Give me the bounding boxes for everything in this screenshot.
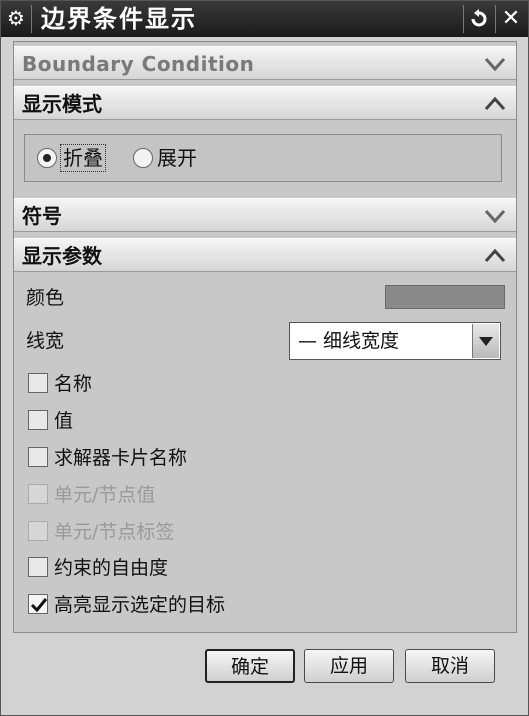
cancel-button[interactable]: 取消 [405,649,495,683]
color-label: 颜色 [26,287,65,309]
section-header-display-params[interactable]: 显示参数 [14,238,516,272]
dialog-body: Boundary Condition 显示模式 折叠 展开 符号 显示参数 颜色… [13,41,517,633]
checkmark-icon [30,598,48,613]
reset-icon[interactable] [467,7,491,31]
display-mode-radio-group: 折叠 展开 [24,134,502,182]
ok-button[interactable]: 确定 [205,649,295,683]
boundary-condition-display-dialog: ⚙ 边界条件显示 ✕ Boundary Condition 显示模式 折叠 展开… [0,0,529,716]
apply-button[interactable]: 应用 [304,649,394,683]
checkbox-box[interactable] [28,373,48,393]
line-width-dropdown[interactable]: — 细线宽度 [289,322,501,360]
section-header-display-mode[interactable]: 显示模式 [14,86,516,120]
checkbox-label: 单元/节点标签 [54,521,175,543]
window-title: 边界条件显示 [41,5,197,33]
close-icon[interactable]: ✕ [499,7,523,31]
section-label: Boundary Condition [22,52,255,76]
checkbox-label: 求解器卡片名称 [54,447,188,469]
checkbox-label: 名称 [54,373,93,395]
title-bar[interactable]: ⚙ 边界条件显示 ✕ [1,1,528,37]
checkbox-box[interactable] [28,447,48,467]
section-header-symbol[interactable]: 符号 [14,198,516,232]
checkbox-box[interactable] [28,410,48,430]
dropdown-value: — 细线宽度 [298,330,400,352]
line-width-label: 线宽 [26,330,65,352]
checkbox-box[interactable] [28,557,48,577]
title-separator [31,5,32,33]
section-label: 显示参数 [22,244,102,268]
chevron-up-icon[interactable] [482,92,508,116]
chevron-down-icon[interactable] [472,324,499,358]
radio-label: 折叠 [60,144,106,172]
checkbox-label: 高亮显示选定的目标 [54,594,226,616]
chevron-down-icon[interactable] [482,204,508,228]
checkbox-label: 单元/节点值 [54,484,156,506]
checkbox-label: 约束的自由度 [54,557,169,579]
section-label: 显示模式 [22,92,102,116]
color-swatch[interactable] [385,285,505,309]
chevron-up-icon[interactable] [482,244,508,268]
checkbox-label: 值 [54,410,74,432]
section-header-boundary-condition[interactable]: Boundary Condition [14,46,516,80]
checkbox-box[interactable] [28,594,48,614]
radio-label: 展开 [157,146,197,170]
gear-icon[interactable]: ⚙ [5,7,27,29]
chevron-down-icon[interactable] [482,52,508,76]
radio-button[interactable] [37,148,57,168]
checkbox-box [28,484,48,504]
title-separator [463,5,464,33]
section-label: 符号 [22,204,62,228]
radio-button[interactable] [133,148,153,168]
title-separator [495,5,496,33]
checkbox-box [28,521,48,541]
